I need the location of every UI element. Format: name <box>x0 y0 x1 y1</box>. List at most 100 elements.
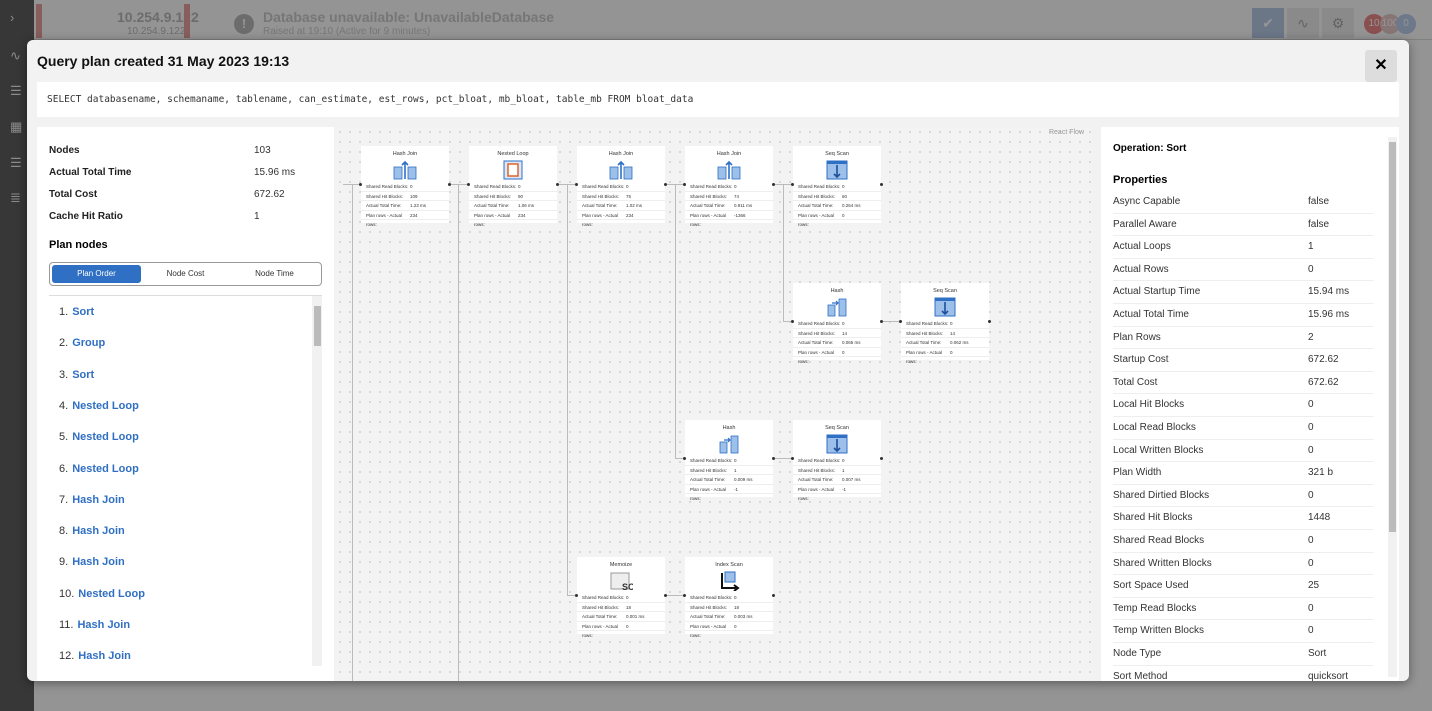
property-row: Actual Rows 0 <box>1113 259 1373 282</box>
input-handle[interactable] <box>467 183 470 186</box>
plan-node-index-scan[interactable]: Index Scan Shared Read Blocks: 0 Shared Hit… <box>685 557 773 638</box>
node-stat-label: Actual Total Time: <box>798 477 834 482</box>
plan-node-item[interactable]: 12. Hash Join <box>59 650 131 662</box>
input-handle[interactable] <box>791 457 794 460</box>
plan-node-number: 11. <box>59 619 74 631</box>
plan-node-link[interactable]: Sort <box>72 306 94 318</box>
hash-join-icon <box>717 160 741 180</box>
output-handle[interactable] <box>772 457 775 460</box>
plan-node-link[interactable]: Hash Join <box>78 650 131 662</box>
plan-node-number: 2. <box>59 337 69 350</box>
output-handle[interactable] <box>880 183 883 186</box>
output-handle[interactable] <box>448 183 451 186</box>
plan-node-link[interactable]: Hash Join <box>77 619 130 631</box>
input-handle[interactable] <box>575 183 578 186</box>
property-name: Sort Space Used <box>1113 580 1189 592</box>
input-handle[interactable] <box>899 320 902 323</box>
property-row: Node Type Sort <box>1113 643 1373 666</box>
tab-plan-order[interactable]: Plan Order <box>52 265 141 283</box>
plan-node-link[interactable]: Group <box>72 337 105 349</box>
close-button[interactable]: ✕ <box>1365 50 1397 82</box>
plan-node-link[interactable]: Hash Join <box>72 525 125 537</box>
node-title: Nested Loop <box>497 151 529 157</box>
node-stat-label: Shared Hit Blocks: <box>582 193 620 199</box>
sql-text: SELECT databasename, schemaname, tablena… <box>37 82 1399 117</box>
plan-node-link[interactable]: Hash Join <box>72 556 125 568</box>
input-handle[interactable] <box>683 183 686 186</box>
seq-scan-icon <box>825 160 849 180</box>
node-stat-value: 0 <box>842 349 845 355</box>
plan-node-number: 12. <box>59 650 75 663</box>
node-stat-row: Shared Hit Blocks: 75 <box>577 192 665 201</box>
plan-node-seq-scan[interactable]: Seq Scan Shared Read Blocks: 0 Shared Hit B… <box>901 283 989 364</box>
edge <box>449 184 469 185</box>
query-plan-modal: Query plan created 31 May 2023 19:13 ✕ S… <box>27 40 1409 681</box>
plan-node-item[interactable]: 3. Sort <box>59 369 94 381</box>
plan-node-link[interactable]: Nested Loop <box>72 431 139 443</box>
plan-node-memoize[interactable]: Memoize SC Shared Read Blocks: 0 Shared Hit … <box>577 557 665 638</box>
plan-node-link[interactable]: Nested Loop <box>72 463 139 475</box>
plan-node-item[interactable]: 7. Hash Join <box>59 494 125 506</box>
node-stat-label: Shared Read Blocks: <box>474 184 517 189</box>
plan-node-link[interactable]: Sort <box>72 369 94 381</box>
plan-node-item[interactable]: 6. Nested Loop <box>59 463 139 475</box>
output-handle[interactable] <box>664 594 667 597</box>
property-name: Shared Dirtied Blocks <box>1113 489 1210 501</box>
summary-value: 1 <box>254 211 260 222</box>
scrollbar[interactable] <box>1388 137 1397 677</box>
input-handle[interactable] <box>683 457 686 460</box>
plan-node-item[interactable]: 2. Group <box>59 337 105 349</box>
input-handle[interactable] <box>575 594 578 597</box>
property-value: 15.96 ms <box>1308 309 1350 320</box>
plan-node-hash-join[interactable]: Hash Join Shared Read Blocks: 0 Shared Hit … <box>685 146 773 227</box>
plan-node-link[interactable]: Nested Loop <box>78 588 145 600</box>
output-handle[interactable] <box>880 457 883 460</box>
plan-node-seq-scan[interactable]: Seq Scan Shared Read Blocks: 0 Shared Hit B… <box>793 146 881 227</box>
plan-node-item[interactable]: 11. Hash Join <box>59 619 130 631</box>
property-name: Plan Width <box>1113 467 1162 479</box>
output-handle[interactable] <box>880 320 883 323</box>
properties-heading: Properties <box>1113 174 1168 186</box>
tab-node-cost[interactable]: Node Cost <box>141 265 230 283</box>
node-stat-row: Plan rows - Actual rows: 234 <box>469 211 557 227</box>
output-handle[interactable] <box>664 183 667 186</box>
property-row: Async Capable false <box>1113 191 1373 214</box>
plan-node-number: 3. <box>59 368 69 381</box>
plan-node-seq-scan[interactable]: Seq Scan Shared Read Blocks: 0 Shared Hit B… <box>793 420 881 501</box>
node-stat-label: Actual Total Time: <box>690 203 726 208</box>
node-stat-value: 0.001 ms <box>626 614 645 619</box>
scrollbar[interactable] <box>312 296 322 666</box>
output-handle[interactable] <box>988 320 991 323</box>
output-handle[interactable] <box>556 183 559 186</box>
tab-node-time[interactable]: Node Time <box>230 265 319 283</box>
plan-node-item[interactable]: 4. Nested Loop <box>59 400 139 412</box>
plan-node-item[interactable]: 5. Nested Loop <box>59 431 139 443</box>
edge <box>881 321 901 322</box>
plan-node-hash-join[interactable]: Hash Join Shared Read Blocks: 0 Shared Hit … <box>361 146 449 227</box>
plan-node-link[interactable]: Nested Loop <box>72 400 139 412</box>
plan-node-hash-join[interactable]: Hash Join Shared Read Blocks: 0 Shared Hit … <box>577 146 665 227</box>
input-handle[interactable] <box>359 183 362 186</box>
node-stat-row: Actual Total Time: 1.02 ms <box>577 201 665 211</box>
plan-node-hash[interactable]: Hash Shared Read Blocks: 0 Shared Hit Block… <box>685 420 773 501</box>
output-handle[interactable] <box>772 594 775 597</box>
plan-node-nested-loop[interactable]: Nested Loop Shared Read Blocks: 0 Shared Hi… <box>469 146 557 227</box>
node-stat-label: Shared Hit Blocks: <box>798 193 836 199</box>
node-stat-value: 234 <box>410 212 418 218</box>
property-row: Total Cost 672.62 <box>1113 372 1373 395</box>
react-flow-attribution[interactable]: React Flow <box>1049 129 1084 136</box>
input-handle[interactable] <box>791 320 794 323</box>
plan-node-link[interactable]: Hash Join <box>72 494 125 506</box>
node-stat-label: Shared Hit Blocks: <box>798 330 836 336</box>
node-stat-value: 0 <box>842 212 845 218</box>
plan-node-item[interactable]: 8. Hash Join <box>59 525 125 537</box>
plan-node-number: 6. <box>59 462 69 475</box>
input-handle[interactable] <box>791 183 794 186</box>
input-handle[interactable] <box>683 594 686 597</box>
plan-node-item[interactable]: 1. Sort <box>59 306 94 318</box>
plan-flow-canvas[interactable]: React Flow Hash Join Shared Read Blocks: 0… <box>335 127 1092 681</box>
plan-node-hash[interactable]: Hash Shared Read Blocks: 0 Shared Hit Block… <box>793 283 881 364</box>
plan-node-item[interactable]: 9. Hash Join <box>59 556 125 568</box>
output-handle[interactable] <box>772 183 775 186</box>
plan-node-item[interactable]: 10. Nested Loop <box>59 588 145 600</box>
